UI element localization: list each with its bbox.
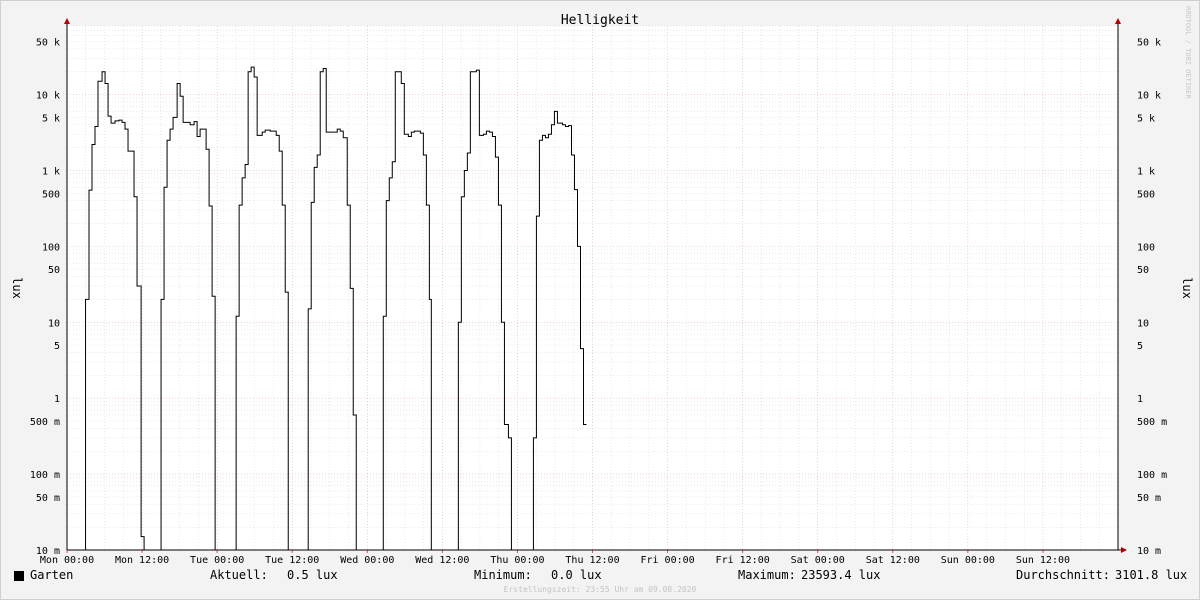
y-tick-label-left: 50 k [36, 37, 60, 48]
watermark: RRDTOOL / TOBI OETIKER [1184, 6, 1192, 100]
y-axis-arrow-right [1115, 18, 1121, 24]
y-tick-label-right: 10 [1137, 318, 1149, 329]
x-tick-label: Mon 12:00 [115, 555, 169, 566]
y-tick-label-right: 1 k [1137, 166, 1155, 177]
y-tick-label-left: 500 m [30, 417, 60, 428]
y-axis-label-right: lux [1180, 277, 1194, 299]
y-tick-label-left: 100 [42, 242, 60, 253]
footer-timestamp: Erstellungszeit: 23:55 Uhr am 09.08.2020 [503, 585, 697, 594]
legend: Garten Aktuell: 0.5 lux Minimum: 0.0 lux… [0, 568, 1200, 584]
x-axis-ticks: Mon 00:00 Mon 12:00 Tue 00:00 Tue 12:00 Wed … [40, 550, 1070, 566]
y-tick-label-right: 50 [1137, 265, 1149, 276]
y-tick-label-right: 5 [1137, 341, 1143, 352]
brightness-chart: Mon 00:00 Mon 12:00 Tue 00:00 Tue 12:00 Wed … [10, 6, 1194, 566]
y-axis-arrow-left [64, 18, 70, 24]
maximum-value: 23593.4 lux [801, 568, 881, 582]
legend-series-name: Garten [30, 568, 74, 582]
y-tick-label-left: 5 k [42, 113, 60, 124]
x-axis-arrow [1121, 547, 1127, 553]
x-tick-label: Thu 00:00 [490, 555, 544, 566]
aktuell-value: 0.5 lux [287, 568, 338, 582]
x-tick-label: Sun 12:00 [1016, 555, 1070, 566]
y-tick-label-right: 100 m [1137, 470, 1167, 481]
x-tick-label: Wed 00:00 [340, 555, 394, 566]
x-tick-label: Fri 12:00 [716, 555, 770, 566]
y-axis-left-ticks: 50 k 10 k 5 k 1 k 500 100 50 10 5 1 500 m 100 m 50 m… [30, 37, 60, 557]
x-tick-label: Thu 12:00 [565, 555, 619, 566]
y-tick-label-left: 1 [54, 394, 60, 405]
x-tick-label: Wed 12:00 [415, 555, 469, 566]
y-tick-label-left: 1 k [42, 166, 60, 177]
y-tick-label-right: 50 k [1137, 37, 1161, 48]
maximum-label: Maximum: [738, 568, 796, 582]
y-tick-label-right: 10 k [1137, 91, 1161, 102]
minimum-value: 0.0 lux [551, 568, 602, 582]
x-tick-label: Sun 00:00 [941, 555, 995, 566]
y-tick-label-right: 500 m [1137, 417, 1167, 428]
y-tick-label-right: 50 m [1137, 493, 1161, 504]
x-tick-label: Tue 00:00 [190, 555, 244, 566]
y-tick-label-left: 50 m [36, 493, 60, 504]
x-tick-label: Fri 00:00 [640, 555, 694, 566]
x-tick-label: Sat 00:00 [791, 555, 845, 566]
x-tick-label: Tue 12:00 [265, 555, 319, 566]
x-tick-label: Sat 12:00 [866, 555, 920, 566]
y-tick-label-left: 100 m [30, 470, 60, 481]
chart-title: Helligkeit [561, 13, 639, 28]
y-axis-right-ticks: 50 k 10 k 5 k 1 k 500 100 50 10 5 1 500 m 100 m 50 m… [1137, 37, 1167, 557]
y-tick-label-right: 100 [1137, 242, 1155, 253]
y-tick-label-left: 10 [48, 318, 60, 329]
y-tick-label-right: 1 [1137, 394, 1143, 405]
durchschnitt-value: 3101.8 lux [1115, 568, 1188, 582]
aktuell-label: Aktuell: [210, 568, 268, 582]
y-axis-label-left: lux [10, 277, 24, 299]
minimum-label: Minimum: [474, 568, 532, 582]
durchschnitt-label: Durchschnitt: [1016, 568, 1110, 582]
y-tick-label-left: 5 [54, 341, 60, 352]
y-tick-label-left: 50 [48, 265, 60, 276]
y-tick-label-right: 5 k [1137, 113, 1155, 124]
y-tick-label-left: 500 [42, 189, 60, 200]
y-tick-label-right: 10 m [1137, 546, 1161, 557]
y-tick-label-left: 10 m [36, 546, 60, 557]
y-tick-label-left: 10 k [36, 91, 60, 102]
y-tick-label-right: 500 [1137, 189, 1155, 200]
